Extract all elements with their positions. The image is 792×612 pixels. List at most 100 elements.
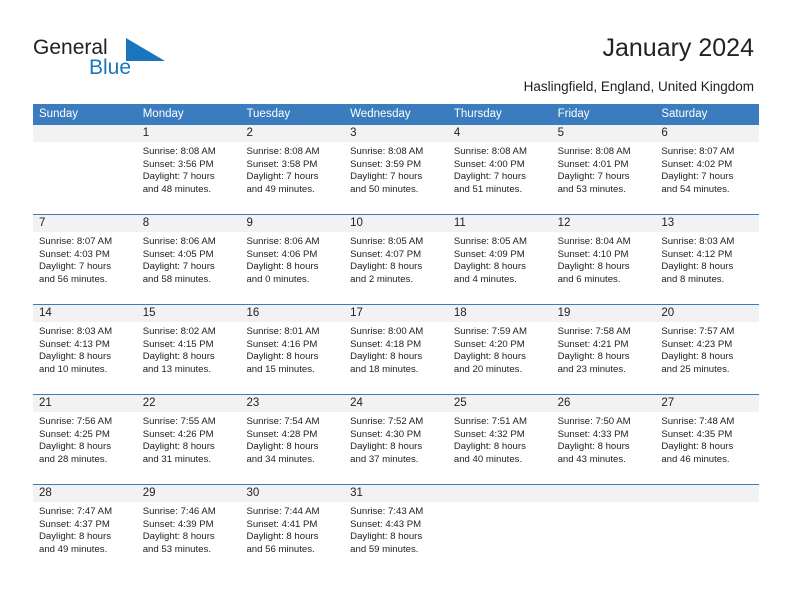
day-detail-line: and 6 minutes.	[557, 273, 621, 285]
day-details: Sunrise: 7:59 AM Sunset: 4:20 PM Daylight:…	[448, 322, 552, 382]
calendar-day-cell[interactable]: 27 Sunrise: 7:48 AM Sunset: 4:35 PM Dayligh…	[655, 395, 760, 484]
day-number: 3	[344, 125, 448, 142]
day-detail-line: and 48 minutes.	[142, 183, 211, 195]
calendar-day-cell[interactable]: 8 Sunrise: 8:06 AM Sunset: 4:05 PM Daylight…	[136, 215, 241, 304]
day-detail-line: and 34 minutes.	[246, 453, 315, 465]
calendar-day-cell[interactable]: 1 Sunrise: 8:08 AM Sunset: 3:56 PM Daylight…	[136, 125, 241, 214]
day-number: 30	[240, 485, 345, 502]
day-number: 24	[344, 395, 448, 412]
day-number: 7	[33, 215, 137, 232]
calendar-day-cell[interactable]: 22 Sunrise: 7:55 AM Sunset: 4:26 PM Dayligh…	[136, 395, 241, 484]
day-detail-line: Sunrise: 8:03 AM	[39, 326, 113, 337]
calendar-day-cell[interactable]: 16 Sunrise: 8:01 AM Sunset: 4:16 PM Dayligh…	[240, 305, 345, 394]
day-detail-line: Sunrise: 7:56 AM	[39, 416, 113, 427]
day-detail-line: Daylight: 7 hours	[453, 171, 526, 183]
day-detail-line: Sunrise: 7:46 AM	[142, 506, 216, 517]
day-number	[551, 485, 656, 502]
day-detail-line: Sunset: 4:37 PM	[39, 518, 110, 530]
day-detail-line: Sunset: 4:41 PM	[246, 518, 318, 530]
day-detail-line: Daylight: 7 hours	[246, 171, 319, 183]
day-detail-line: Sunrise: 8:07 AM	[661, 146, 735, 157]
day-detail-line: Sunset: 4:13 PM	[39, 338, 110, 350]
day-details: Sunrise: 8:04 AM Sunset: 4:10 PM Daylight:…	[552, 232, 656, 292]
day-detail-line: Sunrise: 8:08 AM	[557, 146, 631, 157]
day-number: 13	[655, 215, 760, 232]
calendar-day-cell[interactable]: 17 Sunrise: 8:00 AM Sunset: 4:18 PM Dayligh…	[344, 305, 448, 394]
day-number: 5	[551, 125, 656, 142]
calendar-day-cell[interactable]: 24 Sunrise: 7:52 AM Sunset: 4:30 PM Dayligh…	[344, 395, 448, 484]
day-details: Sunrise: 8:03 AM Sunset: 4:13 PM Daylight:…	[33, 322, 137, 382]
day-detail-line: Daylight: 8 hours	[453, 261, 526, 273]
day-detail-line: Sunset: 4:18 PM	[350, 338, 422, 350]
day-number	[33, 125, 137, 142]
day-detail-line: Sunrise: 8:08 AM	[350, 146, 424, 157]
calendar-day-cell[interactable]: 11 Sunrise: 8:05 AM Sunset: 4:09 PM Dayligh…	[447, 215, 552, 304]
day-detail-line: and 59 minutes.	[350, 543, 419, 555]
day-detail-line: and 40 minutes.	[453, 453, 523, 465]
calendar-day-cell[interactable]: 12 Sunrise: 8:04 AM Sunset: 4:10 PM Dayligh…	[551, 215, 656, 304]
calendar-day-cell-empty	[551, 485, 656, 574]
general-blue-logo[interactable]: General Blue	[33, 36, 193, 88]
calendar-day-cell[interactable]: 4 Sunrise: 8:08 AM Sunset: 4:00 PM Daylight…	[447, 125, 552, 214]
calendar-day-cell[interactable]: 10 Sunrise: 8:05 AM Sunset: 4:07 PM Dayligh…	[344, 215, 448, 304]
day-detail-line: Sunrise: 8:05 AM	[453, 236, 527, 247]
day-details: Sunrise: 7:58 AM Sunset: 4:21 PM Daylight:…	[552, 322, 656, 382]
day-number: 12	[551, 215, 656, 232]
calendar-day-cell[interactable]: 9 Sunrise: 8:06 AM Sunset: 4:06 PM Daylight…	[240, 215, 345, 304]
calendar-day-cell[interactable]: 29 Sunrise: 7:46 AM Sunset: 4:39 PM Dayligh…	[136, 485, 241, 574]
calendar-day-cell[interactable]: 14 Sunrise: 8:03 AM Sunset: 4:13 PM Dayligh…	[33, 305, 137, 394]
calendar-day-cell[interactable]: 18 Sunrise: 7:59 AM Sunset: 4:20 PM Dayligh…	[447, 305, 552, 394]
day-number: 9	[240, 215, 345, 232]
calendar-day-cell[interactable]: 6 Sunrise: 8:07 AM Sunset: 4:02 PM Daylight…	[655, 125, 760, 214]
day-detail-line: Sunset: 4:26 PM	[142, 428, 214, 440]
day-detail-line: Sunset: 4:25 PM	[39, 428, 110, 440]
calendar-grid: Sunday Monday Tuesday Wednesday Thursday Frid…	[33, 104, 760, 574]
day-number: 27	[655, 395, 760, 412]
calendar-day-cell[interactable]: 25 Sunrise: 7:51 AM Sunset: 4:32 PM Dayligh…	[447, 395, 552, 484]
day-details: Sunrise: 7:57 AM Sunset: 4:23 PM Daylight:…	[655, 322, 759, 382]
calendar-day-cell[interactable]: 13 Sunrise: 8:03 AM Sunset: 4:12 PM Dayligh…	[655, 215, 760, 304]
calendar-day-cell[interactable]: 5 Sunrise: 8:08 AM Sunset: 4:01 PM Daylight…	[551, 125, 656, 214]
calendar-day-cell[interactable]: 19 Sunrise: 7:58 AM Sunset: 4:21 PM Dayligh…	[551, 305, 656, 394]
calendar-day-cell[interactable]: 2 Sunrise: 8:08 AM Sunset: 3:58 PM Daylight…	[240, 125, 345, 214]
calendar-weeks: 1 Sunrise: 8:08 AM Sunset: 3:56 PM Daylight…	[33, 125, 760, 574]
day-detail-line: Sunrise: 8:08 AM	[246, 146, 320, 157]
day-detail-line: Sunset: 4:07 PM	[350, 248, 422, 260]
day-detail-line: Sunrise: 8:08 AM	[453, 146, 527, 157]
day-detail-line: and 56 minutes.	[39, 273, 108, 285]
day-detail-line: Daylight: 8 hours	[557, 441, 630, 453]
day-detail-line: Sunset: 4:35 PM	[661, 428, 733, 440]
day-number: 28	[33, 485, 137, 502]
calendar-day-cell[interactable]: 23 Sunrise: 7:54 AM Sunset: 4:28 PM Dayligh…	[240, 395, 345, 484]
day-detail-line: Sunrise: 7:55 AM	[142, 416, 216, 427]
day-detail-line: Daylight: 7 hours	[39, 261, 111, 273]
day-details: Sunrise: 7:50 AM Sunset: 4:33 PM Daylight:…	[552, 412, 656, 472]
day-details	[33, 142, 137, 152]
weekday-header-thursday: Thursday	[453, 108, 502, 120]
calendar-day-cell[interactable]: 7 Sunrise: 8:07 AM Sunset: 4:03 PM Daylight…	[33, 215, 137, 304]
calendar-day-cell[interactable]: 21 Sunrise: 7:56 AM Sunset: 4:25 PM Dayligh…	[33, 395, 137, 484]
calendar-day-cell[interactable]: 30 Sunrise: 7:44 AM Sunset: 4:41 PM Dayligh…	[240, 485, 345, 574]
calendar-day-cell[interactable]: 15 Sunrise: 8:02 AM Sunset: 4:15 PM Dayligh…	[136, 305, 241, 394]
weekday-header-tuesday: Tuesday	[246, 108, 291, 120]
calendar-day-cell[interactable]: 31 Sunrise: 7:43 AM Sunset: 4:43 PM Dayligh…	[344, 485, 448, 574]
calendar-day-cell[interactable]: 26 Sunrise: 7:50 AM Sunset: 4:33 PM Dayligh…	[551, 395, 656, 484]
calendar-day-cell[interactable]: 3 Sunrise: 8:08 AM Sunset: 3:59 PM Daylight…	[344, 125, 448, 214]
day-detail-line: Sunset: 4:20 PM	[453, 338, 525, 350]
day-details: Sunrise: 8:08 AM Sunset: 3:56 PM Daylight:…	[137, 142, 241, 202]
day-detail-line: Sunset: 4:10 PM	[557, 248, 629, 260]
day-details	[448, 502, 552, 512]
day-detail-line: Daylight: 8 hours	[350, 441, 423, 453]
calendar-day-cell[interactable]: 28 Sunrise: 7:47 AM Sunset: 4:37 PM Dayligh…	[33, 485, 137, 574]
day-number: 15	[136, 305, 241, 322]
calendar-day-cell[interactable]: 20 Sunrise: 7:57 AM Sunset: 4:23 PM Dayligh…	[655, 305, 760, 394]
day-detail-line: and 51 minutes.	[453, 183, 523, 195]
day-details: Sunrise: 7:54 AM Sunset: 4:28 PM Daylight:…	[240, 412, 344, 472]
calendar-day-cell-empty	[33, 125, 137, 214]
day-detail-line: Sunrise: 8:07 AM	[39, 236, 113, 247]
day-detail-line: Sunset: 4:06 PM	[246, 248, 318, 260]
day-detail-line: Daylight: 8 hours	[39, 531, 111, 543]
logo-text-blue: Blue	[89, 56, 132, 79]
calendar-week-row: 1 Sunrise: 8:08 AM Sunset: 3:56 PM Daylight…	[33, 125, 760, 214]
day-detail-line: and 50 minutes.	[350, 183, 419, 195]
